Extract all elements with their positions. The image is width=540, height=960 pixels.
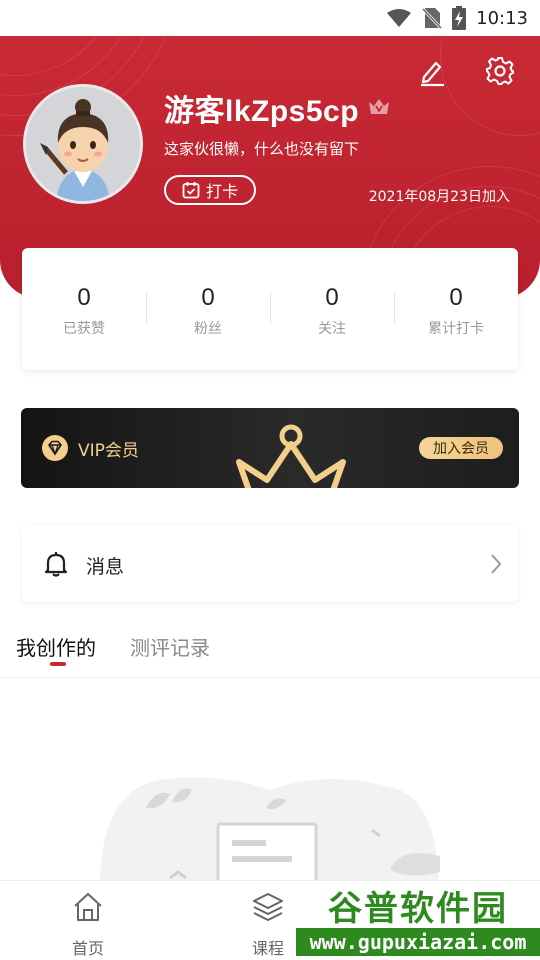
tab-my-creations[interactable]: 我创作的 [16,632,96,661]
stat-checkins[interactable]: 0 累计打卡 [394,248,518,370]
status-icons: 10:13 [386,6,528,30]
edit-icon [421,61,444,87]
battery-charging-icon [452,6,467,30]
stat-value: 0 [77,284,91,311]
stat-label: 关注 [318,321,346,337]
bell-icon [44,552,68,577]
wifi-icon [387,9,412,27]
settings-button[interactable] [484,55,516,87]
username: 游客lkZps5cp [164,95,360,128]
stats-card: 0 已获赞 0 粉丝 0 关注 0 累计打卡 [22,248,518,370]
stat-likes[interactable]: 0 已获赞 [22,248,146,370]
join-date: 2021年08月23日加入 [368,189,510,205]
stat-label: 粉丝 [194,321,222,337]
nav-item-home[interactable]: 首页 [28,881,148,960]
stat-value: 0 [449,284,463,311]
empty-state-illustration [100,777,440,890]
layers-icon [253,893,283,921]
nav-label: 首页 [71,939,104,958]
stat-following[interactable]: 0 关注 [270,248,394,370]
content-tabs: 我创作的 测评记录 [0,626,540,678]
calendar-check-icon [182,182,200,199]
watermark-title: 谷普软件园 [328,888,508,929]
active-tab-indicator [50,662,66,666]
vip-banner[interactable]: VIP会员 加入会员 [21,408,519,488]
no-sim-icon [422,7,443,29]
stat-label: 已获赞 [63,321,105,337]
checkin-label: 打卡 [205,182,238,201]
watermark-url: www.gupuxiazai.com [296,928,540,956]
watermark: 谷普软件园 www.gupuxiazai.com [296,882,540,960]
clock: 10:13 [476,7,528,29]
messages-row[interactable]: 消息 [22,526,518,602]
stat-value: 0 [325,284,339,311]
avatar[interactable] [23,84,143,204]
vip-level-badge-icon [369,99,389,114]
gear-icon [486,57,514,85]
checkin-button[interactable]: 打卡 [164,175,256,205]
stat-fans[interactable]: 0 粉丝 [146,248,270,370]
diamond-icon [42,435,68,461]
vip-title: VIP会员 [78,441,139,461]
stat-label: 累计打卡 [428,321,484,337]
status-bar: 10:13 [0,0,540,36]
stat-value: 0 [201,284,215,311]
edit-profile-button[interactable] [416,56,448,88]
chevron-right-icon [491,554,502,574]
user-bio: 这家伙很懒，什么也没有留下 [164,140,360,158]
avatar-cartoon-icon [26,87,140,201]
messages-label: 消息 [86,556,125,578]
home-icon [74,893,102,921]
crown-icon [236,424,346,488]
join-vip-button[interactable]: 加入会员 [419,437,503,459]
tab-assessment-records[interactable]: 测评记录 [130,632,210,661]
